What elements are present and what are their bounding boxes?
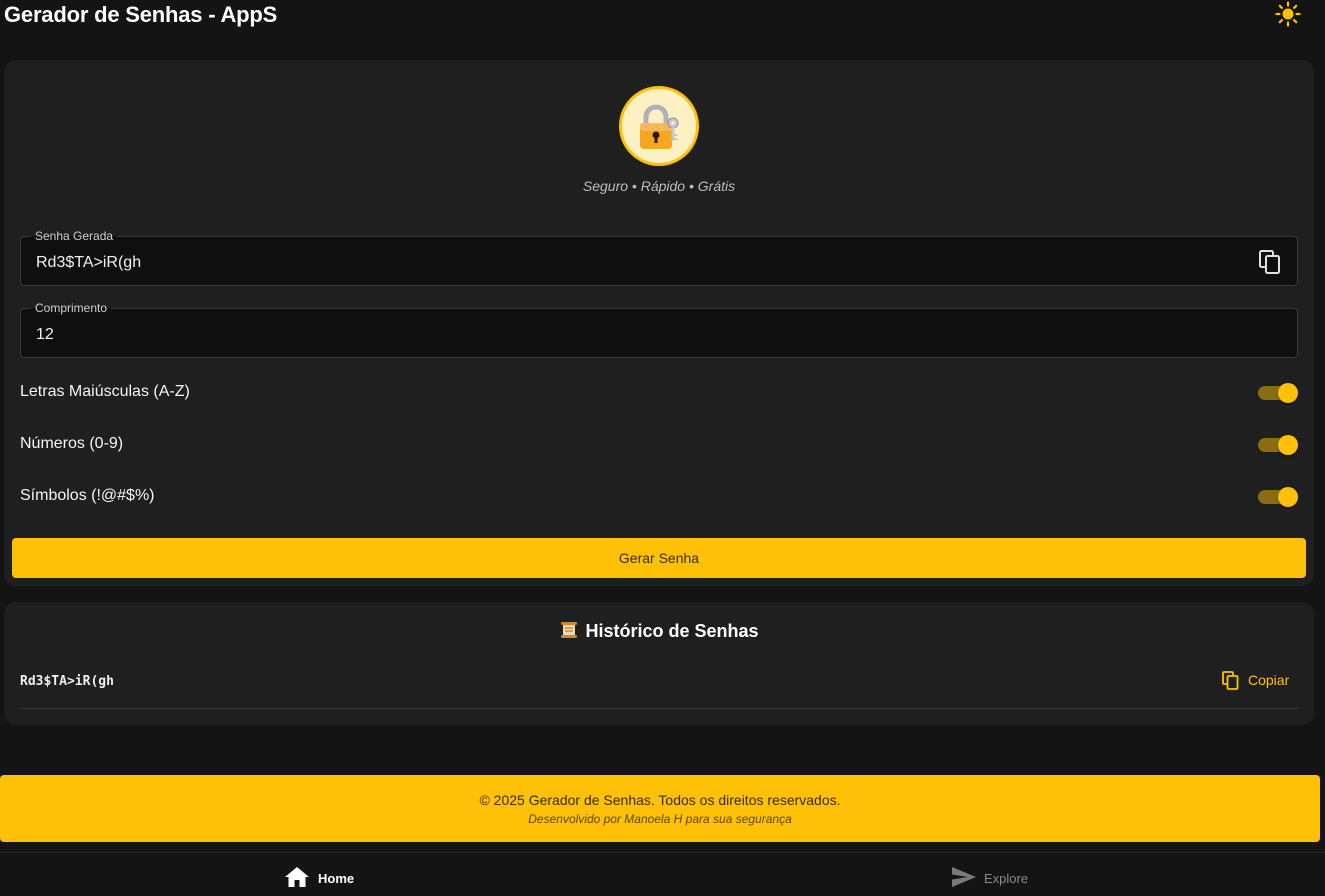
- footer-credit: Desenvolvido por Manoela H para sua segu…: [528, 812, 792, 826]
- nav-explore-label: Explore: [984, 871, 1029, 886]
- history-copy-button[interactable]: Copiar: [1216, 668, 1298, 694]
- option-uppercase: Letras Maiúsculas (A-Z): [20, 378, 1298, 408]
- history-item: Rd3$TA>iR(gh Copiar: [20, 658, 1298, 709]
- footer: © 2025 Gerador de Senhas. Todos os direi…: [0, 775, 1320, 842]
- send-icon: [950, 865, 978, 894]
- tagline: Seguro • Rápido • Grátis: [582, 178, 736, 194]
- length-field[interactable]: Comprimento 12: [20, 301, 1298, 358]
- option-symbols-label: Símbolos (!@#$%): [20, 487, 155, 504]
- nav-home-label: Home: [318, 871, 355, 886]
- generated-password-label: Senha Gerada: [31, 229, 118, 243]
- option-numbers: Números (0-9): [20, 430, 1298, 460]
- lock-with-key-icon: [619, 86, 699, 166]
- copy-icon[interactable]: [1258, 249, 1282, 275]
- symbols-toggle[interactable]: [1258, 486, 1298, 508]
- footer-copyright: © 2025 Gerador de Senhas. Todos os direi…: [479, 792, 841, 808]
- numbers-toggle[interactable]: [1258, 434, 1298, 456]
- generated-password-value[interactable]: Rd3$TA>iR(gh: [36, 254, 141, 272]
- app-header: Gerador de Senhas - AppS: [0, 0, 1325, 36]
- copy-icon: [1222, 671, 1240, 694]
- toggle-thumb: [1278, 383, 1298, 403]
- bottom-nav: Home Explore: [0, 852, 1325, 896]
- toggle-thumb: [1278, 487, 1298, 507]
- home-icon: [284, 865, 310, 894]
- sun-icon[interactable]: [1275, 1, 1301, 27]
- toggle-thumb: [1278, 435, 1298, 455]
- option-numbers-label: Números (0-9): [20, 435, 124, 452]
- uppercase-toggle[interactable]: [1258, 382, 1298, 404]
- history-card: Histórico de Senhas Rd3$TA>iR(gh Copiar: [4, 602, 1314, 725]
- nav-home[interactable]: Home: [284, 863, 374, 893]
- generator-card: Seguro • Rápido • Grátis Senha Gerada Rd…: [4, 60, 1314, 586]
- generate-password-button[interactable]: Gerar Senha: [12, 538, 1306, 578]
- length-label: Comprimento: [31, 301, 112, 315]
- scroll-icon: [559, 620, 579, 645]
- history-password: Rd3$TA>iR(gh: [20, 674, 114, 689]
- nav-explore[interactable]: Explore: [950, 863, 1040, 893]
- app-root: Gerador de Senhas - AppS Seguro • Rápido…: [0, 0, 1325, 896]
- generated-password-field[interactable]: Senha Gerada Rd3$TA>iR(gh: [20, 229, 1298, 286]
- length-value[interactable]: 12: [36, 326, 54, 344]
- history-copy-label: Copiar: [1248, 672, 1290, 688]
- history-heading: Histórico de Senhas: [4, 620, 1314, 645]
- history-title: Histórico de Senhas: [585, 621, 759, 641]
- app-title: Gerador de Senhas - AppS: [4, 2, 278, 27]
- option-symbols: Símbolos (!@#$%): [20, 482, 1298, 512]
- option-uppercase-label: Letras Maiúsculas (A-Z): [20, 383, 190, 400]
